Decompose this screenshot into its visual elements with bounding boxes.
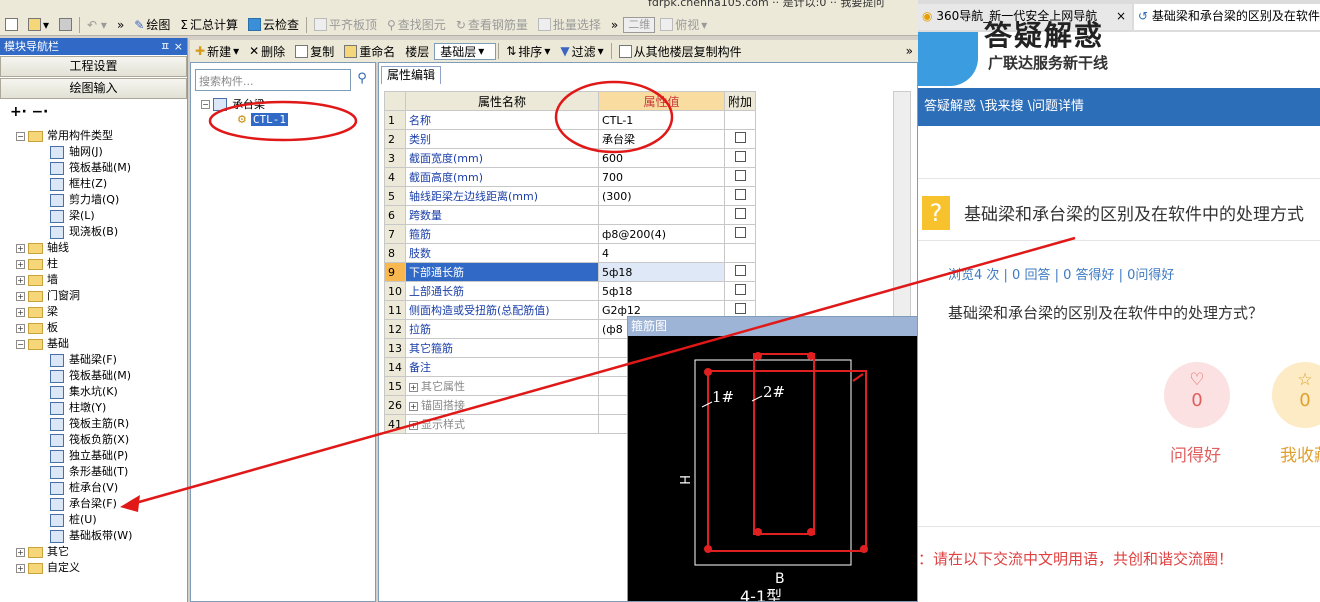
annotation-arrow <box>131 236 1076 506</box>
annotation-ellipse-component <box>208 100 358 142</box>
annotation-overlay <box>120 80 1076 512</box>
annotation-ellipse-value <box>554 80 674 154</box>
arrow-head <box>120 495 140 512</box>
